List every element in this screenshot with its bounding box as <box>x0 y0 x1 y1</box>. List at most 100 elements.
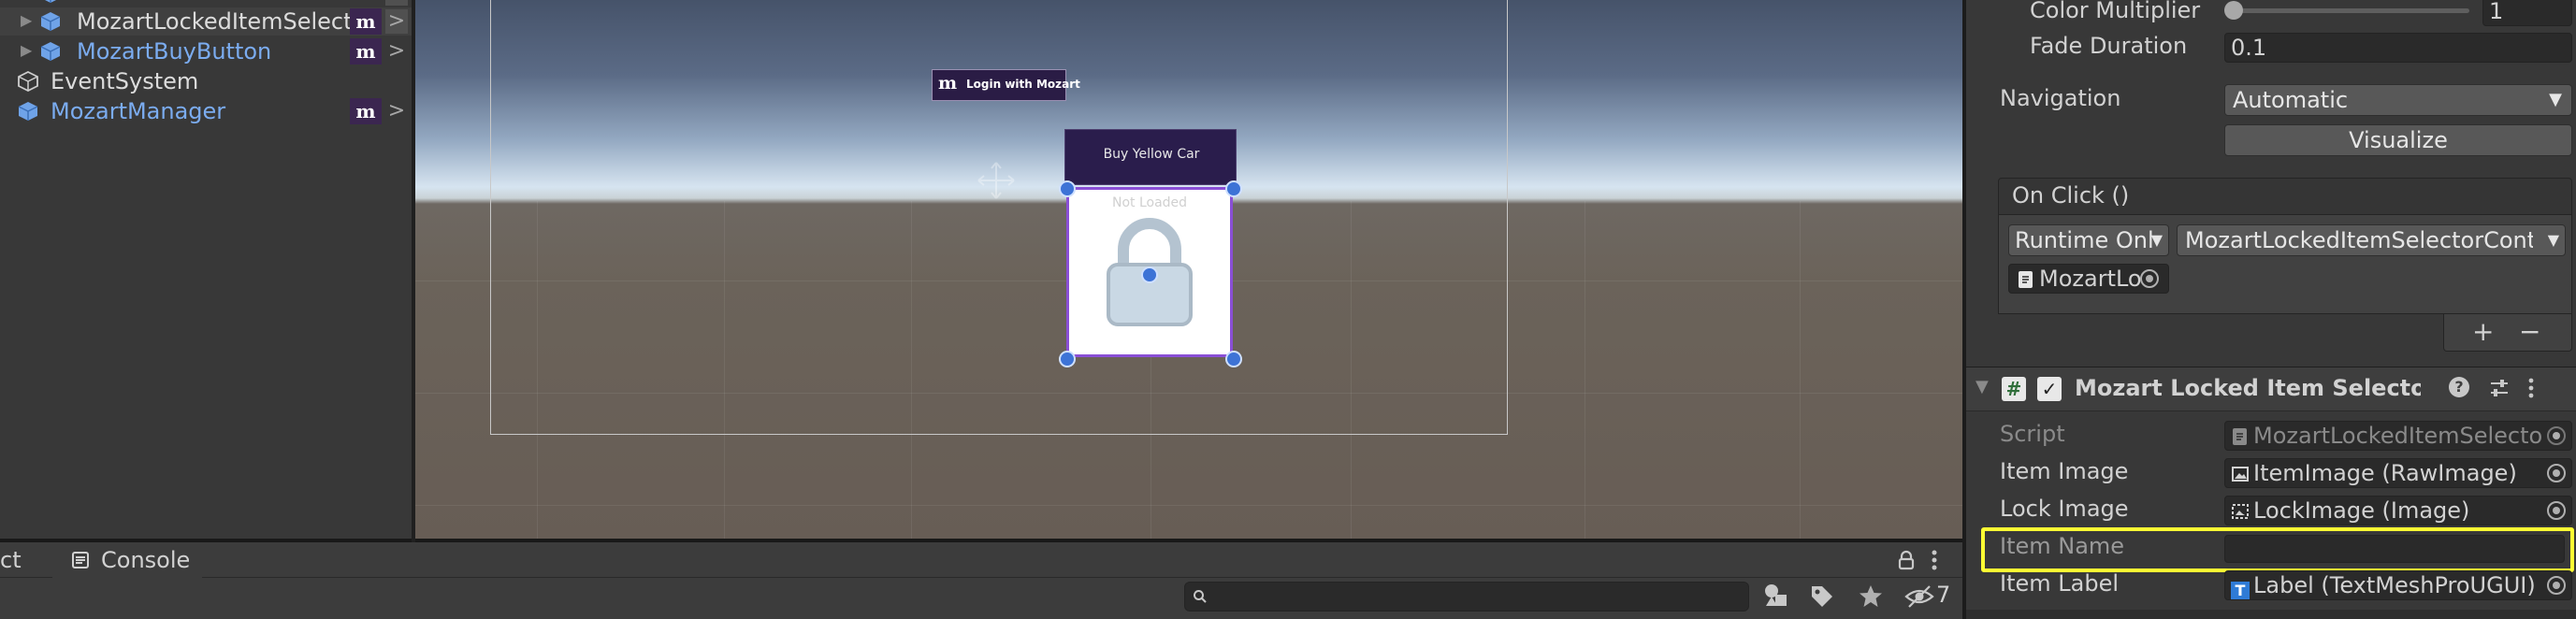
script-label: Script <box>2000 421 2065 447</box>
favorite-star-icon[interactable] <box>1858 583 1884 610</box>
hierarchy-row-partial: ▶ › <box>0 0 412 7</box>
navigation-value: Automatic <box>2233 87 2349 113</box>
lock-image-value: LockImage (Image) <box>2253 497 2470 524</box>
kebab-menu-icon[interactable] <box>2525 377 2537 399</box>
fade-duration-input[interactable]: 0.1 <box>2224 33 2572 63</box>
move-gizmo-icon[interactable] <box>975 159 1018 202</box>
csharp-script-icon: # <box>2002 377 2026 401</box>
item-label-field[interactable]: T Label (TextMeshProUGUI) <box>2224 570 2572 600</box>
chevron-right-icon[interactable]: > <box>385 99 408 123</box>
search-icon <box>1194 590 1207 603</box>
hierarchy-item-label: MozartBuyButton <box>77 38 272 65</box>
on-click-list: Runtime Onl ▼ MozartLockedItemSelectorCo… <box>1998 215 2572 314</box>
resize-handle-top-left[interactable] <box>1059 180 1076 197</box>
search-input[interactable] <box>1184 582 1749 612</box>
visualize-button[interactable]: Visualize <box>2224 124 2572 156</box>
resize-handle-bottom-right[interactable] <box>1225 351 1242 367</box>
hierarchy-item-label: MozartLockedItemSelector <box>77 8 350 35</box>
prefab-cube-icon <box>40 42 61 61</box>
chevron-right-icon[interactable]: > <box>385 39 408 64</box>
hierarchy-item-mozart-manager[interactable]: MozartManager m > <box>0 97 412 125</box>
hierarchy-item-event-system[interactable]: EventSystem <box>0 67 412 95</box>
target-object-value: MozartLo <box>2039 266 2142 292</box>
function-dropdown[interactable]: MozartLockedItemSelectorCont ▼ <box>2177 224 2566 256</box>
hierarchy-item-label: MozartManager <box>51 98 226 124</box>
item-name-label: Item Name <box>2000 533 2125 559</box>
buy-button-label: Buy Yellow Car <box>1103 147 1200 162</box>
remove-event-button[interactable]: − <box>2519 316 2540 347</box>
kebab-menu-icon[interactable] <box>1929 549 1940 571</box>
object-picker-icon[interactable] <box>2140 269 2159 288</box>
dropdown-arrow-icon: ▼ <box>2150 231 2163 249</box>
lock-image-field[interactable]: LockImage (Image) <box>2224 496 2572 525</box>
mozart-logo-icon: m <box>938 73 958 94</box>
textmeshpro-icon: T <box>2231 582 2250 599</box>
resize-handle-top-right[interactable] <box>1225 180 1242 197</box>
hierarchy-item-label: EventSystem <box>51 68 199 94</box>
chevron-right-icon[interactable]: > <box>385 9 408 34</box>
item-image-field[interactable]: ItemImage (RawImage) <box>2224 458 2572 488</box>
lock-icon[interactable] <box>1897 550 1916 570</box>
canvas-bounds <box>490 0 1508 435</box>
hierarchy-item-buy-button[interactable]: ▶ MozartBuyButton m > <box>0 37 412 65</box>
expand-arrow-icon[interactable]: ▶ <box>21 11 32 29</box>
hierarchy-item-locked-item-selector[interactable]: ▶ MozartLockedItemSelector m > <box>0 7 412 36</box>
grid-line <box>1800 201 1801 539</box>
add-event-button[interactable]: + <box>2472 316 2494 347</box>
item-label-label: Item Label <box>2000 570 2120 597</box>
expand-arrow-icon[interactable]: ▶ <box>21 0 32 1</box>
target-object-field[interactable]: MozartLo <box>2008 264 2169 294</box>
item-name-field[interactable] <box>2224 535 2565 563</box>
grid-line <box>415 505 1962 506</box>
filter-by-label-icon[interactable] <box>1809 583 1835 610</box>
prefab-cube-icon <box>40 12 61 31</box>
enabled-checkbox[interactable]: ✓ <box>2037 377 2062 401</box>
object-picker-icon[interactable] <box>2547 464 2566 482</box>
script-icon <box>2233 428 2247 445</box>
color-multiplier-input[interactable]: 1 <box>2482 0 2572 26</box>
mozart-badge-icon: m <box>350 98 382 124</box>
pivot-handle[interactable] <box>1141 266 1158 283</box>
dropdown-arrow-icon: ▼ <box>2547 231 2559 249</box>
dropdown-arrow-icon: ▼ <box>2549 90 2562 109</box>
mozart-badge-icon: m <box>350 8 382 35</box>
object-picker-icon[interactable] <box>2547 576 2566 595</box>
on-click-footer: + − <box>2443 314 2572 352</box>
item-image-label: Item Image <box>2000 458 2129 484</box>
object-picker-icon[interactable] <box>2547 501 2566 520</box>
hidden-packages-count: 7 <box>1936 582 1951 608</box>
bottom-tab-bar: ct Console <box>0 542 1962 578</box>
buy-yellow-car-button[interactable]: Buy Yellow Car <box>1064 129 1237 185</box>
item-image-value: ItemImage (RawImage) <box>2253 460 2517 486</box>
presets-sliders-icon[interactable] <box>2488 377 2511 399</box>
script-icon <box>2019 271 2033 288</box>
help-icon[interactable]: ? <box>2449 377 2469 397</box>
function-value: MozartLockedItemSelectorCont <box>2185 227 2533 253</box>
script-value: MozartLockedItemSelecto <box>2253 423 2543 449</box>
object-picker-icon <box>2547 426 2566 445</box>
image-icon <box>2232 504 2249 519</box>
login-with-mozart-button[interactable]: m Login with Mozart <box>932 69 1080 101</box>
color-multiplier-slider-track[interactable] <box>2232 8 2469 13</box>
color-multiplier-slider-thumb[interactable] <box>2224 1 2243 20</box>
component-title: Mozart Locked Item Selector Cont <box>2075 375 2421 401</box>
runtime-mode-dropdown[interactable]: Runtime Onl ▼ <box>2008 224 2169 256</box>
filter-by-type-icon[interactable] <box>1762 582 1792 610</box>
inspector-panel: Color Multiplier 1 Fade Duration 0.1 Nav… <box>1966 0 2576 619</box>
navigation-dropdown[interactable]: Automatic ▼ <box>2224 84 2572 116</box>
prefab-cube-icon <box>45 0 56 3</box>
hidden-packages-eye-icon[interactable] <box>1904 583 1934 610</box>
tab-project[interactable]: ct <box>0 547 22 573</box>
foldout-arrow-icon[interactable]: ▼ <box>1975 377 1989 396</box>
item-label-value: Label (TextMeshProUGUI) <box>2253 572 2536 598</box>
chevron-right-icon[interactable]: › <box>385 0 408 6</box>
tab-console[interactable]: Console <box>52 542 202 578</box>
scene-view[interactable]: m Login with Mozart Buy Yellow Car Not L… <box>415 0 1962 539</box>
inspector-bottom-edge <box>1966 610 2576 619</box>
expand-arrow-icon[interactable]: ▶ <box>21 41 32 59</box>
resize-handle-bottom-left[interactable] <box>1059 351 1076 367</box>
locked-item-card[interactable]: Not Loaded <box>1066 187 1233 357</box>
component-header[interactable]: ▼ # ✓ Mozart Locked Item Selector Cont ? <box>1966 367 2576 411</box>
login-button-label: Login with Mozart <box>966 78 1080 91</box>
hierarchy-panel: ▶ › ▶ MozartLockedItemSelector m > ▶ Moz… <box>0 0 412 539</box>
